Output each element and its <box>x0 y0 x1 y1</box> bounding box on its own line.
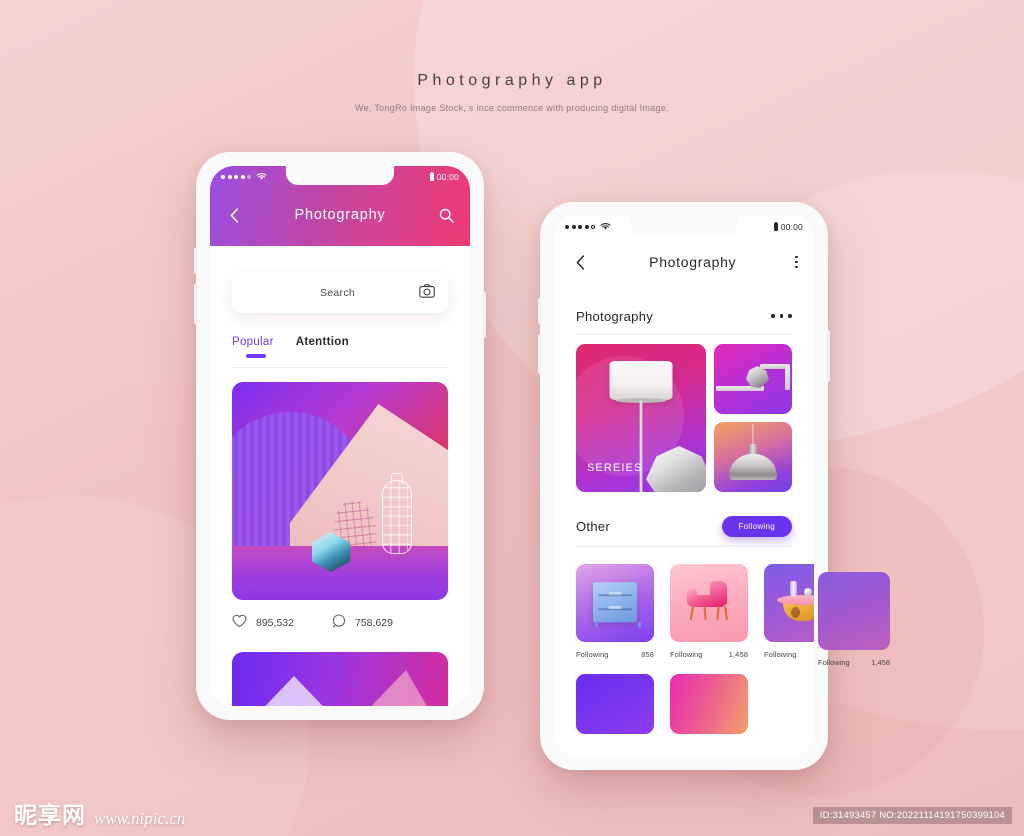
status-bar-right: 00:00 <box>554 216 814 238</box>
kebab-menu-icon[interactable] <box>795 255 798 269</box>
phone-mockup-left: 00:00 Photography Search Popular Atentti… <box>194 152 486 720</box>
geometric-sphere <box>746 366 769 388</box>
navbar-left: Photography <box>210 190 470 240</box>
other-card-meta-3-overflow: Following 1,458 <box>818 658 890 667</box>
watermark-logo-cn: 昵享网 <box>14 803 86 829</box>
following-label-overflow: Following <box>818 658 850 667</box>
section-header-photography: Photography <box>576 298 792 334</box>
battery-icon <box>429 171 434 181</box>
other-card-cabinet[interactable] <box>576 564 654 642</box>
other-card-chair[interactable] <box>670 564 748 642</box>
battery-icon <box>773 221 778 231</box>
like-count: 895,532 <box>256 616 294 629</box>
section-header-other: Other Following <box>576 508 792 544</box>
tab-atenttion[interactable]: Atenttion <box>296 336 349 358</box>
page-title: Photography app <box>417 72 607 89</box>
page-subtitle: We, TongRo Image Stock, s ince commence … <box>354 103 669 113</box>
status-time-left: 00:00 <box>436 172 459 182</box>
series-card-shelf[interactable] <box>714 344 792 414</box>
camera-icon[interactable] <box>419 283 435 303</box>
feature-wire-bottle <box>382 480 412 554</box>
following-label-2: Following <box>670 650 703 659</box>
section-divider-photography <box>576 334 792 335</box>
series-label: SEREIES <box>587 462 643 474</box>
comment-icon[interactable] <box>332 614 346 631</box>
engagement-stats: 895,532 758,629 <box>232 614 448 631</box>
tab-divider <box>232 367 448 368</box>
volume-up-button-left[interactable] <box>194 248 197 274</box>
ellipsis-icon[interactable] <box>771 314 792 318</box>
shelf-part-2 <box>785 364 790 390</box>
series-card-pendant[interactable] <box>714 422 792 492</box>
volume-down-button-right[interactable] <box>538 334 541 374</box>
status-bar-left: 00:00 <box>210 166 470 188</box>
wifi-icon <box>256 172 267 183</box>
chevron-left-icon[interactable] <box>224 205 244 225</box>
volume-up-button-right[interactable] <box>538 298 541 324</box>
section-title-photography: Photography <box>576 308 654 324</box>
wifi-icon <box>600 222 611 233</box>
following-button[interactable]: Following <box>721 515 792 537</box>
following-count-1: 858 <box>641 650 654 659</box>
pendant-dome <box>729 454 777 480</box>
navbar-title-right: Photography <box>649 254 737 270</box>
following-count-2: 1,458 <box>728 650 748 659</box>
navbar-right: Photography <box>554 240 814 284</box>
next-card-triangle-1 <box>250 676 338 706</box>
page-heading: Photography app We, TongRo Image Stock, … <box>0 72 1024 113</box>
screen-right: 00:00 Photography Photography SEREIES Ot… <box>554 216 814 756</box>
cabinet-illustration <box>593 582 641 628</box>
power-button-left[interactable] <box>483 292 486 338</box>
next-photo-card[interactable] <box>232 652 448 706</box>
phone-mockup-right: 00:00 Photography Photography SEREIES Ot… <box>538 202 830 770</box>
comment-count: 758,629 <box>354 616 393 629</box>
signal-dots-icon <box>221 175 251 179</box>
volume-down-button-left[interactable] <box>194 284 197 324</box>
screen-left: 00:00 Photography Search Popular Atentti… <box>210 166 470 706</box>
chair-illustration <box>687 580 731 620</box>
other-card-meta-1: Following 858 <box>576 650 654 659</box>
following-label-1: Following <box>576 650 609 659</box>
search-input[interactable]: Search <box>232 287 419 299</box>
floor-lamp-pole <box>639 400 643 492</box>
watermark-id: ID:31493457 NO:20221114191750399104 <box>812 807 1012 824</box>
tab-popular[interactable]: Popular <box>232 336 274 358</box>
series-card-lamp[interactable]: SEREIES <box>576 344 706 492</box>
other-card-meta-2: Following 1,458 <box>670 650 748 659</box>
page-background <box>0 0 1024 836</box>
watermark-url: www.nipic.cn <box>94 809 186 828</box>
other-card-table-overflow[interactable] <box>818 572 890 650</box>
other-card-table[interactable] <box>764 564 814 642</box>
section-title-other: Other <box>576 518 611 534</box>
following-label-3: Following <box>764 650 797 659</box>
following-count-overflow: 1,458 <box>871 658 890 667</box>
next-card-triangle-2 <box>356 670 436 706</box>
bottom-card-2[interactable] <box>670 674 748 734</box>
feature-photo-card[interactable] <box>232 382 448 600</box>
status-time-right: 00:00 <box>780 222 803 232</box>
bottom-card-1[interactable] <box>576 674 654 734</box>
search-bar[interactable]: Search <box>232 273 448 313</box>
chevron-left-icon[interactable] <box>570 252 590 272</box>
tab-bar: Popular Atenttion <box>232 336 448 358</box>
other-card-meta-3: Following 1,458 <box>764 650 814 659</box>
heart-icon[interactable] <box>232 614 247 631</box>
table-illustration <box>777 580 814 623</box>
navbar-title-left: Photography <box>294 207 386 223</box>
watermark: 昵享网 www.nipic.cn <box>14 796 185 830</box>
power-button-right[interactable] <box>827 330 830 382</box>
section-divider-other <box>576 546 792 547</box>
floor-lamp-shade <box>609 361 673 403</box>
signal-dots-icon <box>565 225 595 229</box>
search-icon[interactable] <box>436 205 456 225</box>
